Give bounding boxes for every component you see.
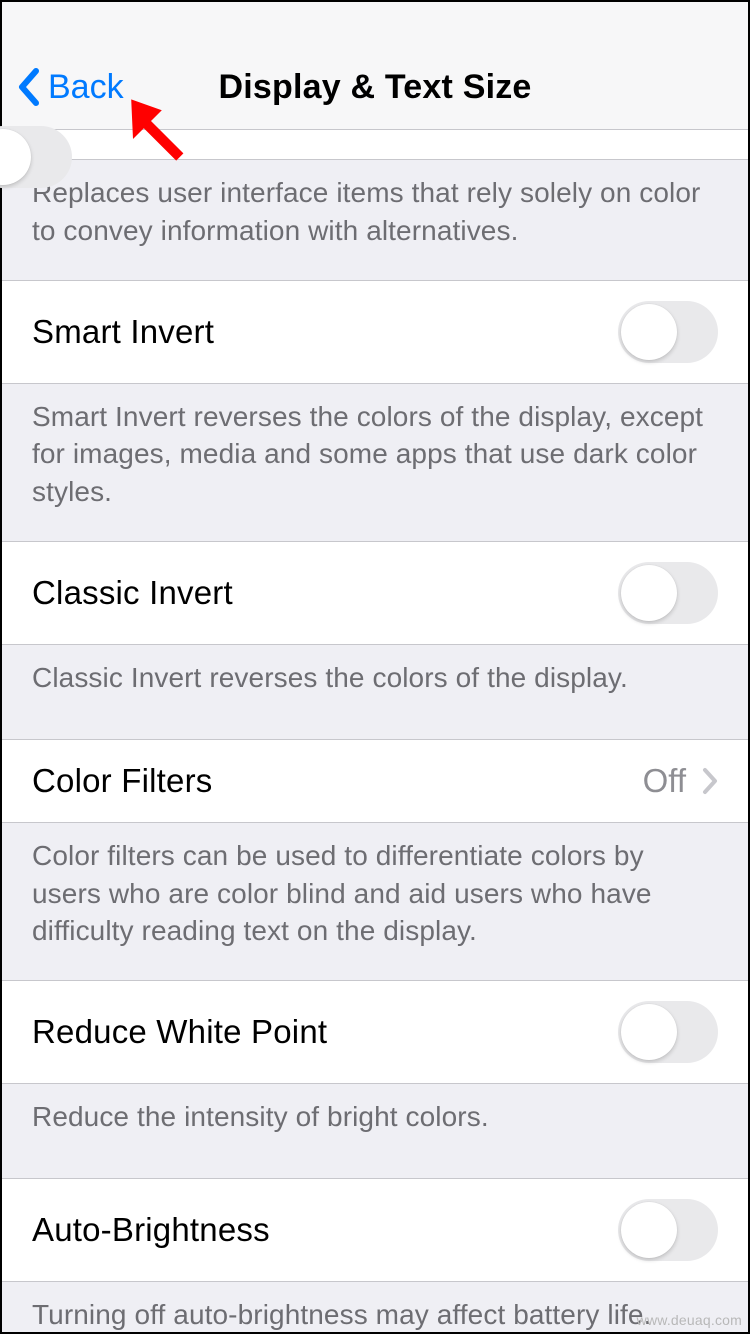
- chevron-left-icon: [16, 67, 40, 107]
- color-filters-value: Off: [643, 762, 686, 800]
- auto-brightness-row[interactable]: Auto-Brightness: [2, 1178, 748, 1282]
- previous-setting-row[interactable]: [2, 130, 748, 160]
- smart-invert-toggle[interactable]: [618, 301, 718, 363]
- color-filters-row[interactable]: Color Filters Off: [2, 739, 748, 823]
- reduce-white-point-footer: Reduce the intensity of bright colors.: [2, 1084, 748, 1178]
- watermark: www.deuaq.com: [637, 1312, 742, 1328]
- back-button[interactable]: Back: [16, 67, 124, 107]
- classic-invert-footer: Classic Invert reverses the colors of th…: [2, 645, 748, 739]
- reduce-white-point-row[interactable]: Reduce White Point: [2, 980, 748, 1084]
- smart-invert-label: Smart Invert: [32, 313, 214, 351]
- classic-invert-toggle[interactable]: [618, 562, 718, 624]
- classic-invert-row[interactable]: Classic Invert: [2, 541, 748, 645]
- color-filters-right: Off: [643, 762, 718, 800]
- reduce-white-point-toggle[interactable]: [618, 1001, 718, 1063]
- back-label: Back: [48, 68, 124, 107]
- classic-invert-label: Classic Invert: [32, 574, 233, 612]
- color-filters-footer: Color filters can be used to differentia…: [2, 823, 748, 980]
- auto-brightness-toggle[interactable]: [618, 1199, 718, 1261]
- auto-brightness-label: Auto-Brightness: [32, 1211, 270, 1249]
- reduce-white-point-label: Reduce White Point: [32, 1013, 327, 1051]
- page-title: Display & Text Size: [218, 68, 531, 107]
- previous-setting-toggle[interactable]: [0, 126, 72, 188]
- navigation-bar: Back Display & Text Size: [2, 2, 748, 130]
- smart-invert-row[interactable]: Smart Invert: [2, 280, 748, 384]
- previous-setting-footer: Replaces user interface items that rely …: [2, 160, 748, 280]
- chevron-right-icon: [702, 767, 718, 795]
- smart-invert-footer: Smart Invert reverses the colors of the …: [2, 384, 748, 541]
- color-filters-label: Color Filters: [32, 762, 212, 800]
